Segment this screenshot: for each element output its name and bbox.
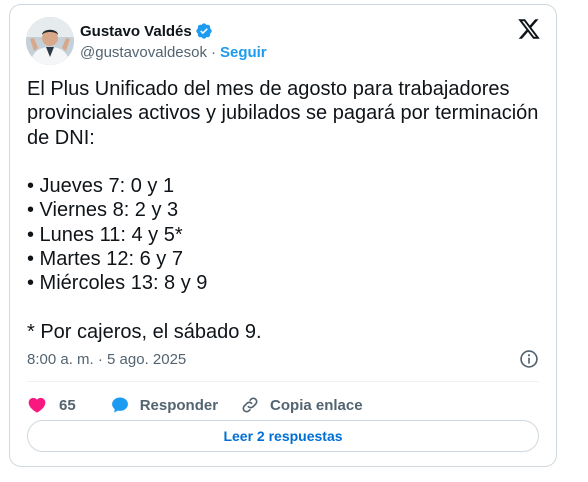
separator-dot: ·	[210, 44, 216, 61]
divider	[27, 381, 539, 382]
like-button[interactable]: 65	[27, 395, 76, 415]
reply-button[interactable]: Responder	[110, 395, 218, 415]
heart-icon	[28, 397, 46, 413]
info-icon[interactable]	[519, 349, 539, 369]
read-replies-button[interactable]: Leer 2 respuestas	[27, 420, 539, 452]
avatar[interactable]	[26, 17, 74, 65]
speech-bubble-icon	[111, 397, 128, 413]
link-icon	[242, 397, 258, 413]
author-handle-row: @gustavovaldesok · Seguir	[80, 44, 267, 61]
copy-link-button[interactable]: Copia enlace	[240, 395, 363, 415]
action-bar: 65 Responder Copia enlace	[27, 390, 363, 420]
author-name[interactable]: Gustavo Valdés	[80, 23, 192, 40]
tweet-text: El Plus Unificado del mes de agosto para…	[27, 78, 539, 343]
like-count: 65	[59, 396, 76, 414]
author-name-row: Gustavo Valdés	[80, 21, 213, 41]
tweet-timestamp[interactable]: 8:00 a. m. · 5 ago. 2025	[27, 351, 186, 368]
follow-button[interactable]: Seguir	[220, 44, 267, 61]
tweet-card: Gustavo Valdés @gustavovaldesok · Seguir…	[9, 4, 557, 467]
reply-label: Responder	[139, 396, 219, 414]
x-logo-icon[interactable]	[517, 17, 541, 41]
author-handle[interactable]: @gustavovaldesok	[80, 44, 207, 61]
copy-link-label: Copia enlace	[270, 396, 363, 414]
verified-badge-icon	[196, 23, 212, 39]
avatar-photo	[26, 17, 74, 65]
